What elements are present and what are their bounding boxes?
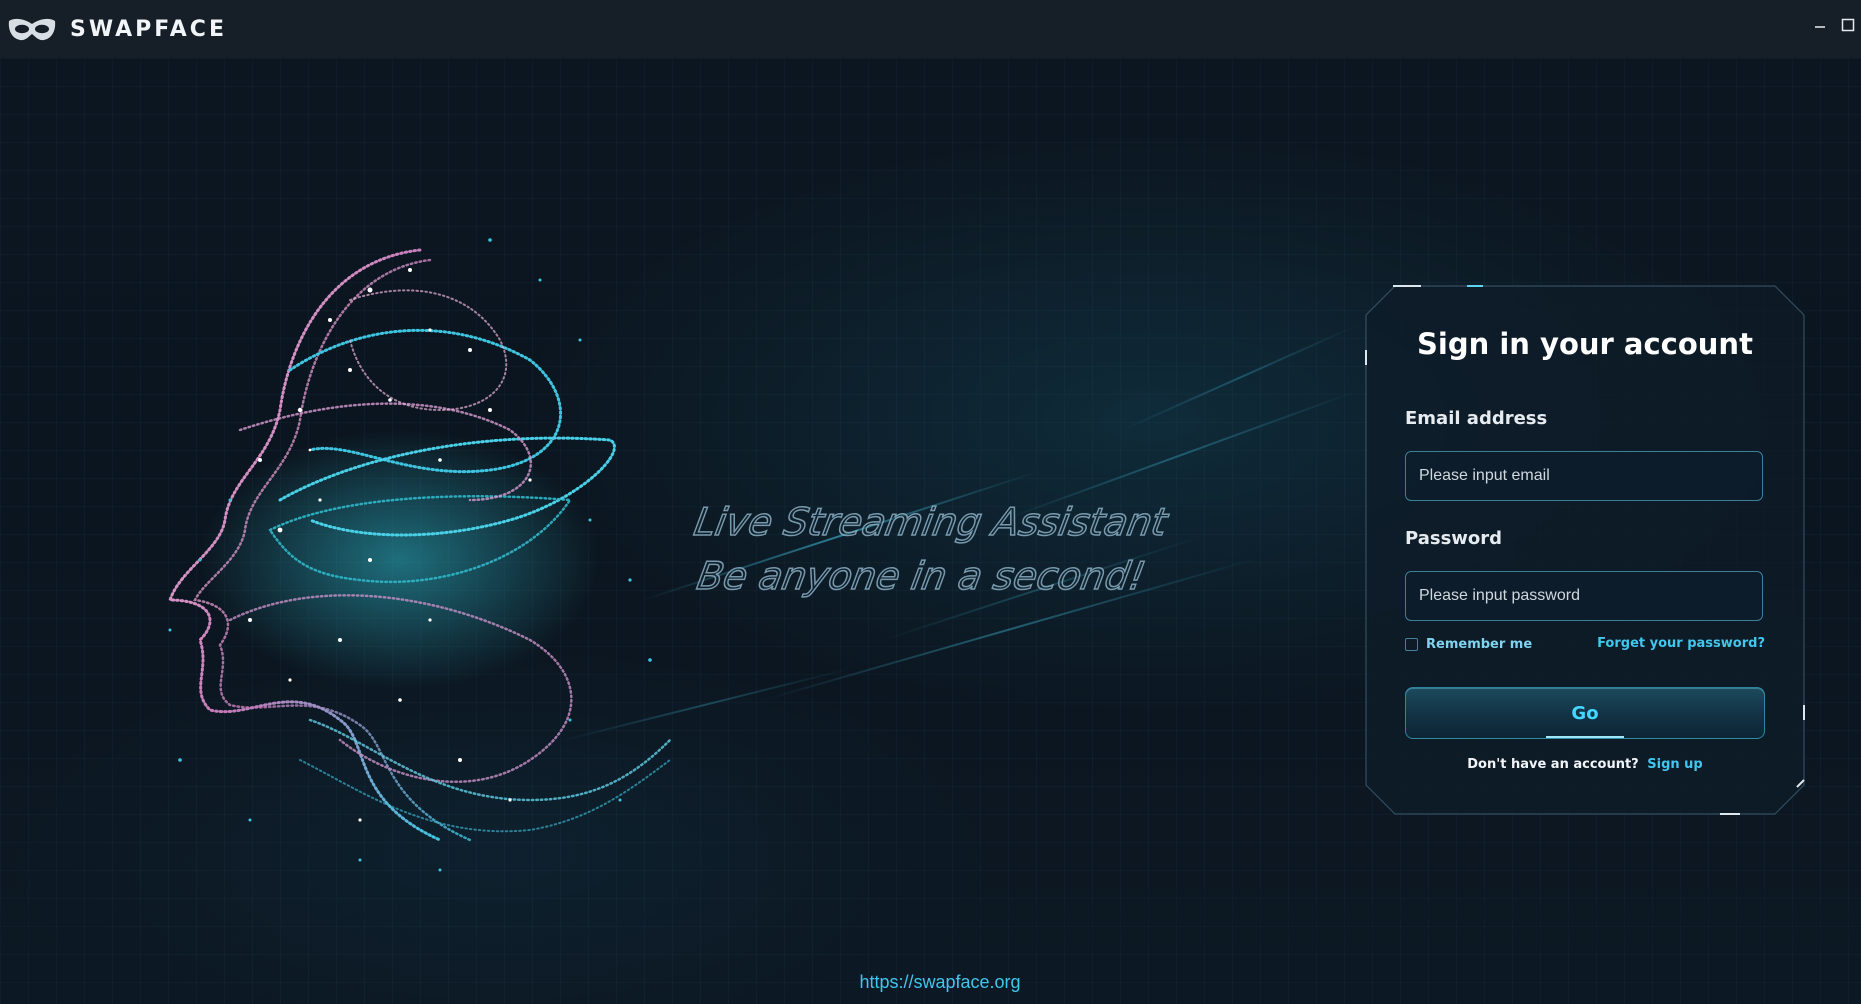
minimize-icon[interactable] bbox=[1811, 16, 1829, 34]
remember-me-label: Remember me bbox=[1426, 637, 1533, 652]
particle-face-illustration bbox=[110, 200, 710, 884]
hero-tagline: Live Streaming Assistant Be anyone in a … bbox=[680, 495, 1171, 603]
website-link[interactable]: https://swapface.org bbox=[0, 972, 1861, 993]
mask-icon bbox=[6, 14, 58, 44]
signup-prompt: Don't have an account? bbox=[1467, 757, 1639, 772]
login-card: Sign in your account Email address Passw… bbox=[1365, 285, 1805, 815]
login-title: Sign in your account bbox=[1417, 327, 1753, 361]
go-button[interactable]: Go bbox=[1405, 687, 1765, 739]
title-bar: SWAPFACE bbox=[0, 0, 1861, 58]
window-controls bbox=[1811, 16, 1857, 34]
tagline-line-2: Be anyone in a second! bbox=[693, 553, 1149, 599]
app-window: SWAPFACE Live Streaming Assistant Be any… bbox=[0, 0, 1861, 1004]
signup-row: Don't have an account? Sign up bbox=[1365, 757, 1805, 772]
checkbox-box[interactable] bbox=[1405, 638, 1418, 651]
go-button-underline bbox=[1546, 736, 1624, 738]
app-brand: SWAPFACE bbox=[70, 16, 227, 42]
signup-link[interactable]: Sign up bbox=[1647, 757, 1702, 772]
forgot-password-link[interactable]: Forget your password? bbox=[1597, 636, 1765, 651]
password-field[interactable] bbox=[1405, 571, 1763, 621]
tagline-line-1: Live Streaming Assistant bbox=[690, 499, 1171, 545]
email-label: Email address bbox=[1405, 408, 1548, 429]
go-button-label: Go bbox=[1571, 702, 1599, 724]
remember-me-checkbox[interactable]: Remember me bbox=[1405, 637, 1532, 652]
maximize-icon[interactable] bbox=[1839, 16, 1857, 34]
email-field[interactable] bbox=[1405, 451, 1763, 501]
password-label: Password bbox=[1405, 528, 1503, 549]
